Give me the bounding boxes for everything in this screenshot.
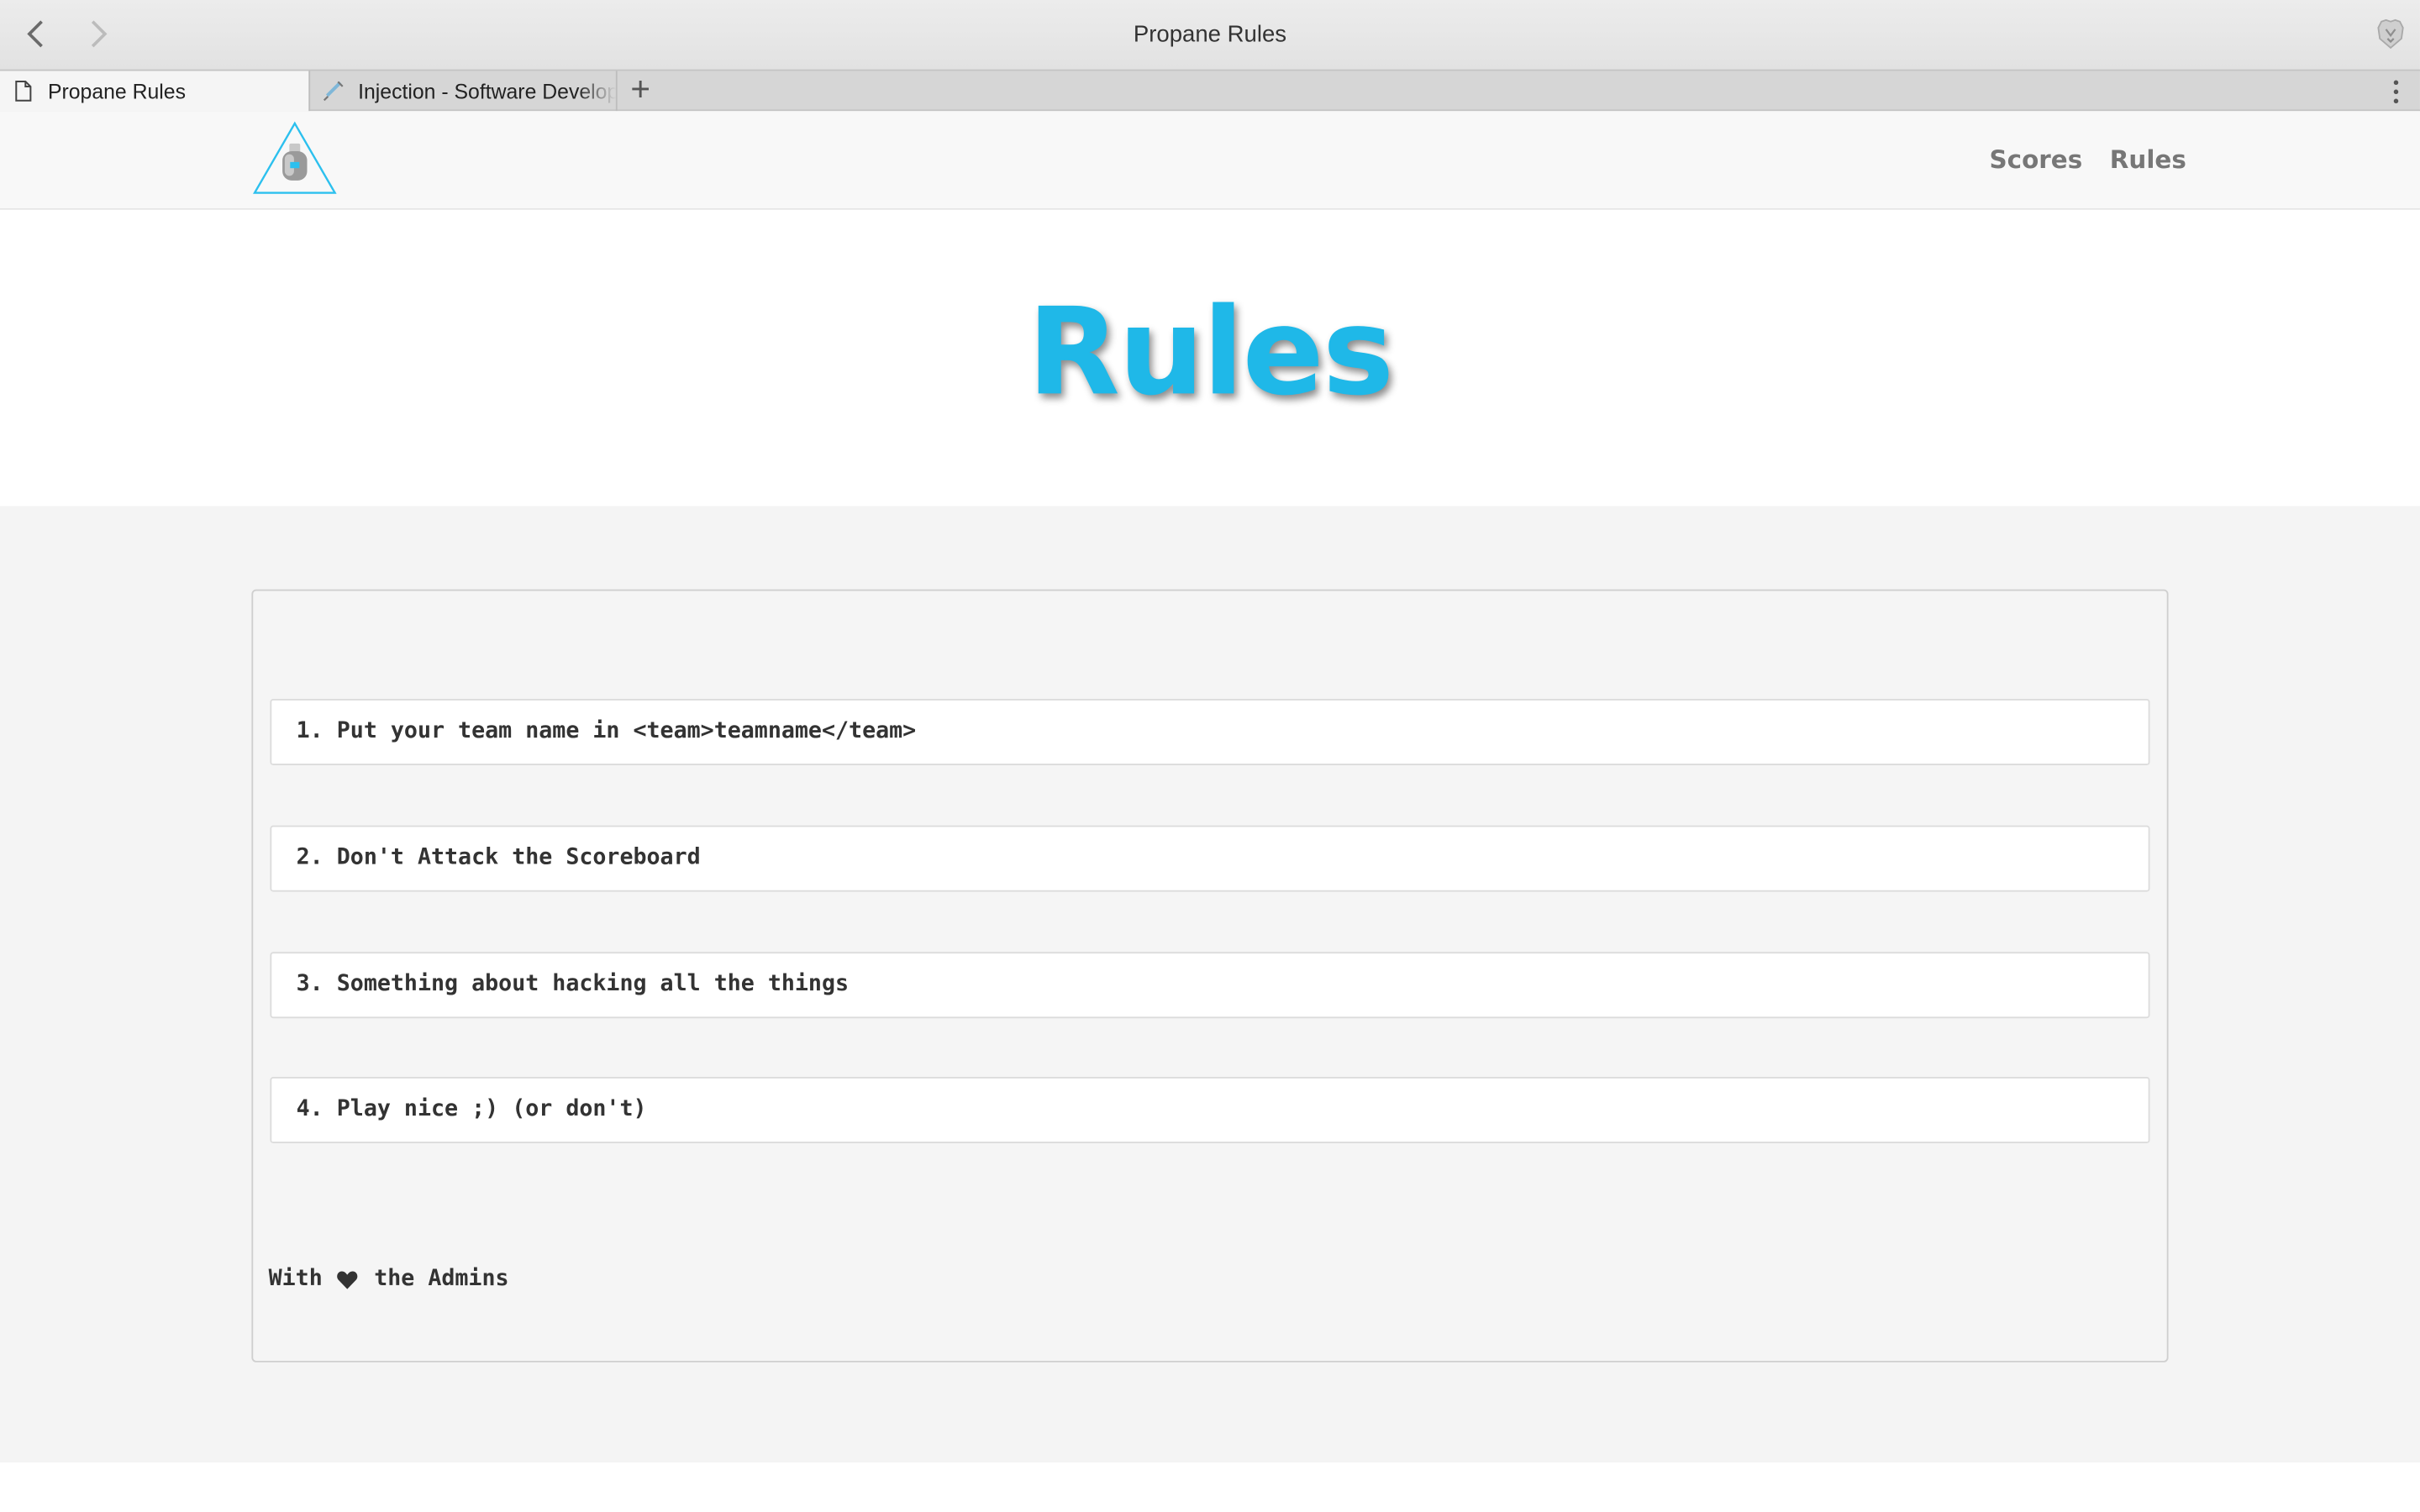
rule-item: 4. Play nice ;) (or don't) (270, 1077, 2150, 1143)
syringe-icon (323, 81, 344, 102)
site-header: Scores Rules (0, 111, 2420, 210)
brave-lion-icon[interactable] (2374, 17, 2407, 50)
chevron-left-icon (27, 20, 43, 48)
page-title: Rules (1027, 283, 1395, 423)
back-button[interactable] (17, 15, 54, 52)
page-footer-strip (0, 1462, 2420, 1512)
window-title: Propane Rules (1133, 21, 1287, 48)
page-icon (15, 80, 32, 102)
nav-scores-link[interactable]: Scores (1990, 145, 2083, 175)
content-section: 1. Put your team name in <team>teamname<… (0, 506, 2420, 1463)
rules-panel: 1. Put your team name in <team>teamname<… (251, 589, 2169, 1362)
browser-titlebar: Propane Rules (0, 0, 2420, 70)
screen: Propane Rules Propane Rules Injection - … (0, 0, 2420, 1512)
tab-label: Propane Rules (47, 79, 186, 103)
vertical-dots-icon[interactable] (2383, 77, 2407, 105)
chevron-right-icon (91, 20, 108, 48)
rule-item: 3. Something about hacking all the thing… (270, 952, 2150, 1019)
hero-section: Rules (0, 209, 2420, 507)
signoff: With the Admins (269, 1267, 509, 1291)
tab-label: Injection - Software Development (358, 79, 616, 103)
tab-bar: Propane Rules Injection - Software Devel… (0, 69, 2420, 112)
propane-tank-logo[interactable] (251, 120, 338, 197)
rule-item: 2. Don't Attack the Scoreboard (270, 825, 2150, 892)
tab-injection[interactable]: Injection - Software Development (308, 71, 618, 112)
heart-icon (336, 1270, 357, 1289)
signoff-after: the Admins (360, 1266, 509, 1292)
forward-button[interactable] (81, 15, 118, 52)
signoff-before: With (268, 1266, 336, 1292)
plus-icon[interactable]: + (625, 71, 656, 109)
rule-item: 1. Put your team name in <team>teamname<… (270, 699, 2150, 766)
nav-rules-link[interactable]: Rules (2110, 145, 2186, 175)
tab-propane-rules[interactable]: Propane Rules (0, 71, 309, 112)
